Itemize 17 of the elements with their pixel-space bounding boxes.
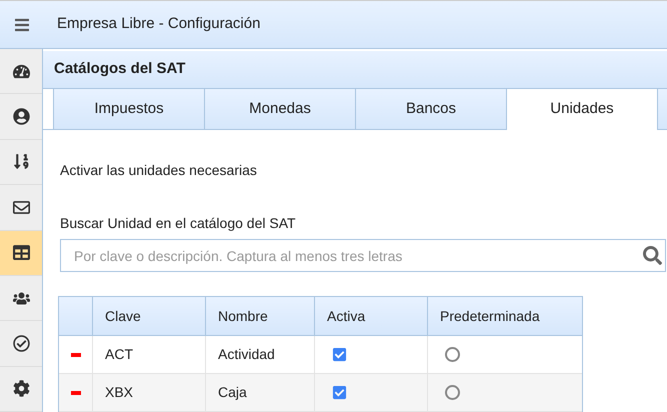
column-header: Clave	[93, 297, 206, 335]
table-cell: Caja	[206, 374, 315, 411]
table-cell: Actividad	[206, 336, 315, 373]
panel-title: Catálogos del SAT	[43, 49, 667, 89]
tab[interactable]: Unidades	[506, 89, 657, 130]
tab[interactable]: Bancos	[355, 89, 506, 129]
tab[interactable]: Impuestos	[53, 89, 204, 129]
column-header: Predeterminada	[439, 306, 541, 326]
table-cell: ACT	[93, 336, 206, 373]
search-field[interactable]: Por clave o descripción. Captura al menos tres letras	[60, 239, 666, 272]
tab[interactable]: Monedas	[204, 89, 355, 129]
window-title: Empresa Libre - Configuración	[57, 14, 260, 34]
column-header: Activa	[315, 297, 428, 335]
column-header: Nombre	[206, 297, 315, 335]
table-cell: XBX	[93, 374, 206, 411]
intro-text: Activar las unidades necesarias	[60, 161, 258, 180]
search-label: Buscar Unidad en el catálogo del SAT	[60, 214, 297, 233]
